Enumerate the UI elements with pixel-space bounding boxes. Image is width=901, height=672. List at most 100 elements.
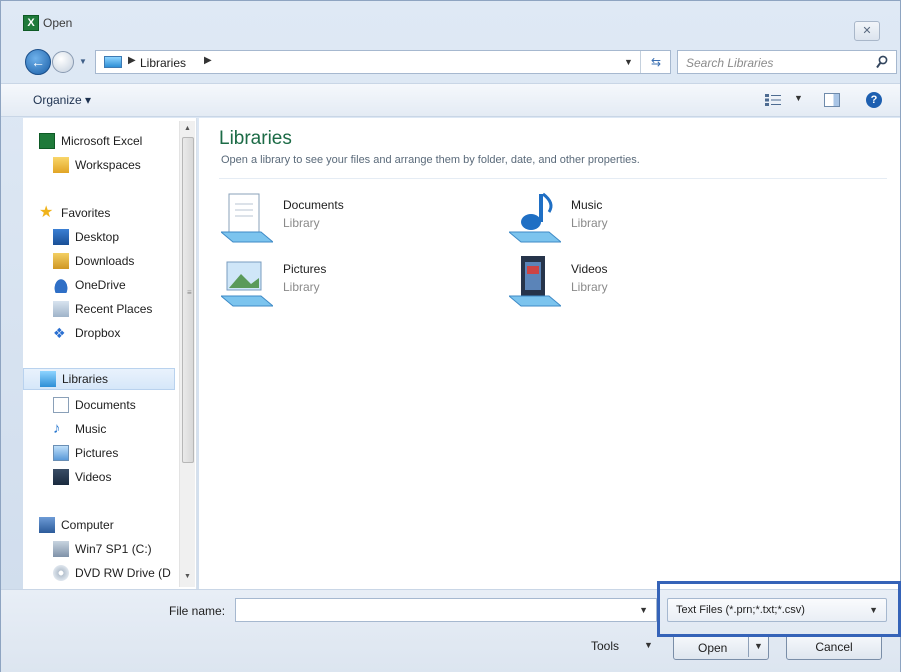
- library-type: Library: [283, 280, 320, 294]
- file-list-pane: Libraries Open a library to see your fil…: [199, 118, 900, 589]
- command-toolbar: Organize ▾ ▼ ?: [1, 83, 900, 117]
- nav-item-label: Win7 SP1 (C:): [75, 542, 152, 556]
- nav-item-recent-places[interactable]: Recent Places: [53, 298, 152, 320]
- nav-item-favorites[interactable]: ★ Favorites: [39, 202, 110, 224]
- library-item-music[interactable]: Music Library: [509, 192, 749, 250]
- file-name-field[interactable]: ▼: [235, 598, 657, 622]
- open-button[interactable]: Open ▼: [673, 634, 769, 660]
- open-options-chevron-down-icon[interactable]: ▼: [754, 641, 763, 651]
- address-history-chevron-down-icon[interactable]: ▼: [624, 57, 633, 67]
- nav-item-dropbox[interactable]: ❖ Dropbox: [53, 322, 120, 344]
- nav-item-workspaces[interactable]: Workspaces: [53, 154, 141, 176]
- downloads-icon: [53, 253, 69, 269]
- page-title: Libraries: [219, 128, 292, 149]
- breadcrumb-libraries[interactable]: Libraries: [140, 56, 186, 70]
- cancel-button[interactable]: Cancel: [786, 634, 882, 660]
- onedrive-icon: [53, 277, 69, 293]
- scroll-thumb[interactable]: ≡: [182, 137, 194, 463]
- nav-item-microsoft-excel[interactable]: Microsoft Excel: [39, 130, 142, 152]
- breadcrumb-chevron-right-icon[interactable]: ▶: [204, 55, 212, 66]
- drive-icon: [53, 541, 69, 557]
- preview-pane-icon[interactable]: [824, 93, 840, 107]
- nav-item-dvd-drive[interactable]: DVD RW Drive (D: [53, 562, 171, 584]
- recent-pages-chevron-down-icon[interactable]: ▼: [79, 57, 87, 66]
- library-item-videos[interactable]: Videos Library: [509, 256, 749, 314]
- recent-places-icon: [53, 301, 69, 317]
- file-type-highlight: [657, 581, 901, 637]
- library-name: Music: [571, 198, 603, 212]
- nav-item-documents[interactable]: Documents: [53, 394, 136, 416]
- scroll-down-icon[interactable]: ▼: [184, 573, 191, 580]
- file-name-label: File name:: [169, 604, 226, 618]
- change-view-icon[interactable]: [765, 94, 781, 106]
- dropbox-icon: ❖: [53, 325, 66, 341]
- organize-button[interactable]: Organize ▾: [33, 93, 91, 107]
- nav-item-label: Pictures: [75, 446, 119, 460]
- videos-icon: [53, 469, 69, 485]
- tools-chevron-down-icon[interactable]: ▼: [644, 640, 653, 650]
- search-input[interactable]: Search Libraries: [677, 50, 897, 74]
- address-row: ← ▼ ▶ Libraries ▶ ▼ ⇆ Search Libraries: [1, 43, 900, 81]
- nav-item-music[interactable]: ♪ Music: [53, 418, 106, 440]
- library-item-pictures[interactable]: Pictures Library: [221, 256, 461, 314]
- file-name-chevron-down-icon[interactable]: ▼: [639, 605, 648, 615]
- library-item-documents[interactable]: Documents Library: [221, 192, 461, 250]
- nav-item-label: OneDrive: [75, 278, 126, 292]
- nav-item-libraries[interactable]: Libraries: [23, 368, 175, 390]
- pictures-icon: [53, 445, 69, 461]
- library-name: Pictures: [283, 262, 327, 276]
- tools-button[interactable]: Tools: [591, 639, 619, 653]
- videos-library-icon: [509, 256, 561, 307]
- nav-item-c-drive[interactable]: Win7 SP1 (C:): [53, 538, 152, 560]
- nav-item-videos[interactable]: Videos: [53, 466, 111, 488]
- nav-item-label: Recent Places: [75, 302, 153, 316]
- scroll-up-icon[interactable]: ▲: [184, 125, 191, 132]
- divider: [219, 178, 887, 179]
- address-bar[interactable]: ▶ Libraries ▶ ▼ ⇆: [95, 50, 671, 74]
- workspaces-icon: [53, 157, 69, 173]
- library-type: Library: [571, 280, 608, 294]
- breadcrumb-chevron-right-icon[interactable]: ▶: [128, 55, 136, 66]
- library-name: Documents: [283, 198, 344, 212]
- back-button[interactable]: ←: [25, 49, 51, 75]
- help-icon[interactable]: ?: [866, 92, 882, 108]
- nav-item-computer[interactable]: Computer: [39, 514, 114, 536]
- nav-item-label: Desktop: [75, 230, 120, 244]
- libraries-icon: [104, 56, 122, 68]
- nav-item-desktop[interactable]: Desktop: [53, 226, 119, 248]
- open-split-divider: [748, 637, 749, 657]
- documents-icon: [53, 397, 69, 413]
- open-dialog: X Open ✕ ← ▼ ▶ Libraries ▶ ▼ ⇆ Search Li…: [0, 0, 901, 672]
- excel-app-icon: X: [23, 15, 39, 31]
- music-icon: ♪: [53, 420, 61, 437]
- excel-icon: [39, 133, 55, 149]
- scroll-grip-icon: ≡: [187, 288, 192, 297]
- page-description: Open a library to see your files and arr…: [221, 154, 640, 166]
- nav-item-label: Microsoft Excel: [61, 134, 143, 148]
- dvd-drive-icon: [53, 565, 69, 581]
- nav-item-downloads[interactable]: Downloads: [53, 250, 134, 272]
- nav-item-label: DVD RW Drive (D: [75, 566, 171, 580]
- nav-scrollbar[interactable]: ▲ ≡ ▼: [179, 121, 195, 587]
- library-type: Library: [571, 216, 608, 230]
- view-options-chevron-down-icon[interactable]: ▼: [794, 93, 803, 103]
- nav-item-label: Libraries: [62, 372, 109, 386]
- navigation-pane: Microsoft Excel Workspaces ★ Favorites D…: [23, 118, 197, 589]
- star-icon: ★: [39, 204, 54, 221]
- computer-icon: [39, 517, 55, 533]
- search-icon[interactable]: [876, 55, 888, 69]
- nav-item-onedrive[interactable]: OneDrive: [53, 274, 126, 296]
- music-library-icon: [509, 192, 561, 243]
- forward-button[interactable]: [52, 51, 74, 73]
- pictures-library-icon: [221, 261, 273, 307]
- desktop-icon: [53, 229, 69, 245]
- window-title: Open: [43, 16, 73, 30]
- close-button[interactable]: ✕: [854, 21, 880, 41]
- nav-item-label: Favorites: [61, 206, 111, 220]
- nav-item-label: Music: [75, 422, 107, 436]
- refresh-button[interactable]: ⇆: [640, 51, 671, 73]
- nav-item-pictures[interactable]: Pictures: [53, 442, 118, 464]
- nav-item-label: Videos: [75, 470, 112, 484]
- search-placeholder: Search Libraries: [686, 56, 774, 70]
- nav-item-label: Dropbox: [75, 326, 121, 340]
